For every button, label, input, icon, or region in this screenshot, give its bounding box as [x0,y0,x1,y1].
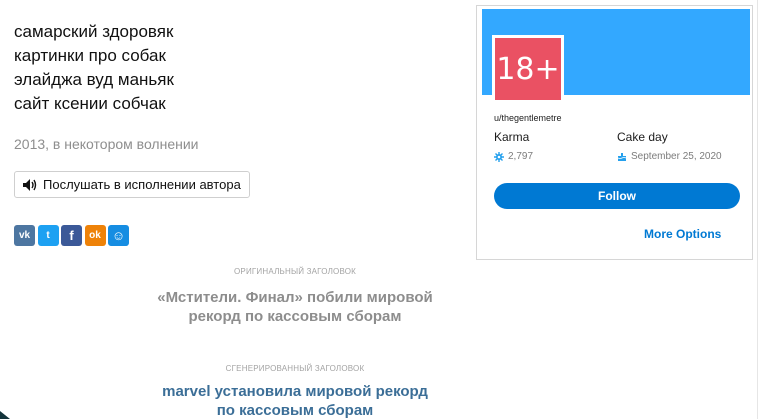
avatar[interactable]: 18+ [492,35,564,103]
facebook-share-button[interactable]: f [61,225,82,246]
karma-label: Karma [494,130,530,144]
moimir-share-button[interactable]: ☺ [108,225,129,246]
cake-icon [617,152,627,161]
avatar-label: 18+ [495,38,561,100]
karma-value-text: 2,797 [508,151,534,162]
generated-title-caption: СГЕНЕРИРОВАННЫЙ ЗАГОЛОВОК [225,364,365,373]
listen-button[interactable]: Послушать в исполнении автора [14,171,250,198]
poem-line: самарский здоровяк [14,22,174,41]
username[interactable]: u/thegentlemetre [494,113,562,123]
vk-icon: vk [18,230,31,241]
poem-line: картинки про собак [14,46,166,65]
original-title-caption: ОРИГИНАЛЬНЫЙ ЗАГОЛОВОК [233,267,357,276]
cakeday-label: Cake day [617,130,668,144]
more-options-link[interactable]: More Options [644,227,721,241]
original-title-line: «Мстители. Финал» побили мировой [157,289,433,306]
poem: самарский здоровяк картинки про собак эл… [14,20,174,116]
speaker-icon [23,178,37,191]
follow-button[interactable]: Follow [494,183,740,209]
social-share-bar: vk t f ok ☺ [14,225,129,246]
karma-value: 2,797 [494,151,533,162]
twitter-share-button[interactable]: t [37,225,59,246]
listen-button-label: Послушать в исполнении автора [43,177,241,192]
poem-meta: 2013, в некотором волнении [14,136,199,152]
moimir-icon: ☺ [111,228,126,243]
poem-line: сайт ксении собчак [14,94,166,113]
cakeday-value: September 25, 2020 [617,151,722,162]
original-title: «Мстители. Финал» побили мировой рекорд … [0,288,590,326]
cakeday-value-text: September 25, 2020 [631,151,722,162]
karma-icon [494,151,504,162]
vk-share-button[interactable]: vk [14,225,35,246]
facebook-icon: f [69,228,74,243]
twitter-icon: t [46,230,50,241]
corner-decoration [0,411,10,419]
generated-title: marvel установила мировой рекорд по касс… [0,382,590,420]
generated-title-line: по кассовым сборам [216,402,374,419]
generated-title-line: marvel установила мировой рекорд [162,383,428,400]
profile-card: 18+ u/thegentlemetre Karma 2,797 Cake da… [476,5,753,260]
odnoklassniki-share-button[interactable]: ok [84,225,106,246]
original-title-line: рекорд по кассовым сборам [188,308,402,325]
poem-line: элайджа вуд маньяк [14,70,174,89]
page-edge [757,0,758,419]
odnoklassniki-icon: ok [89,230,101,241]
